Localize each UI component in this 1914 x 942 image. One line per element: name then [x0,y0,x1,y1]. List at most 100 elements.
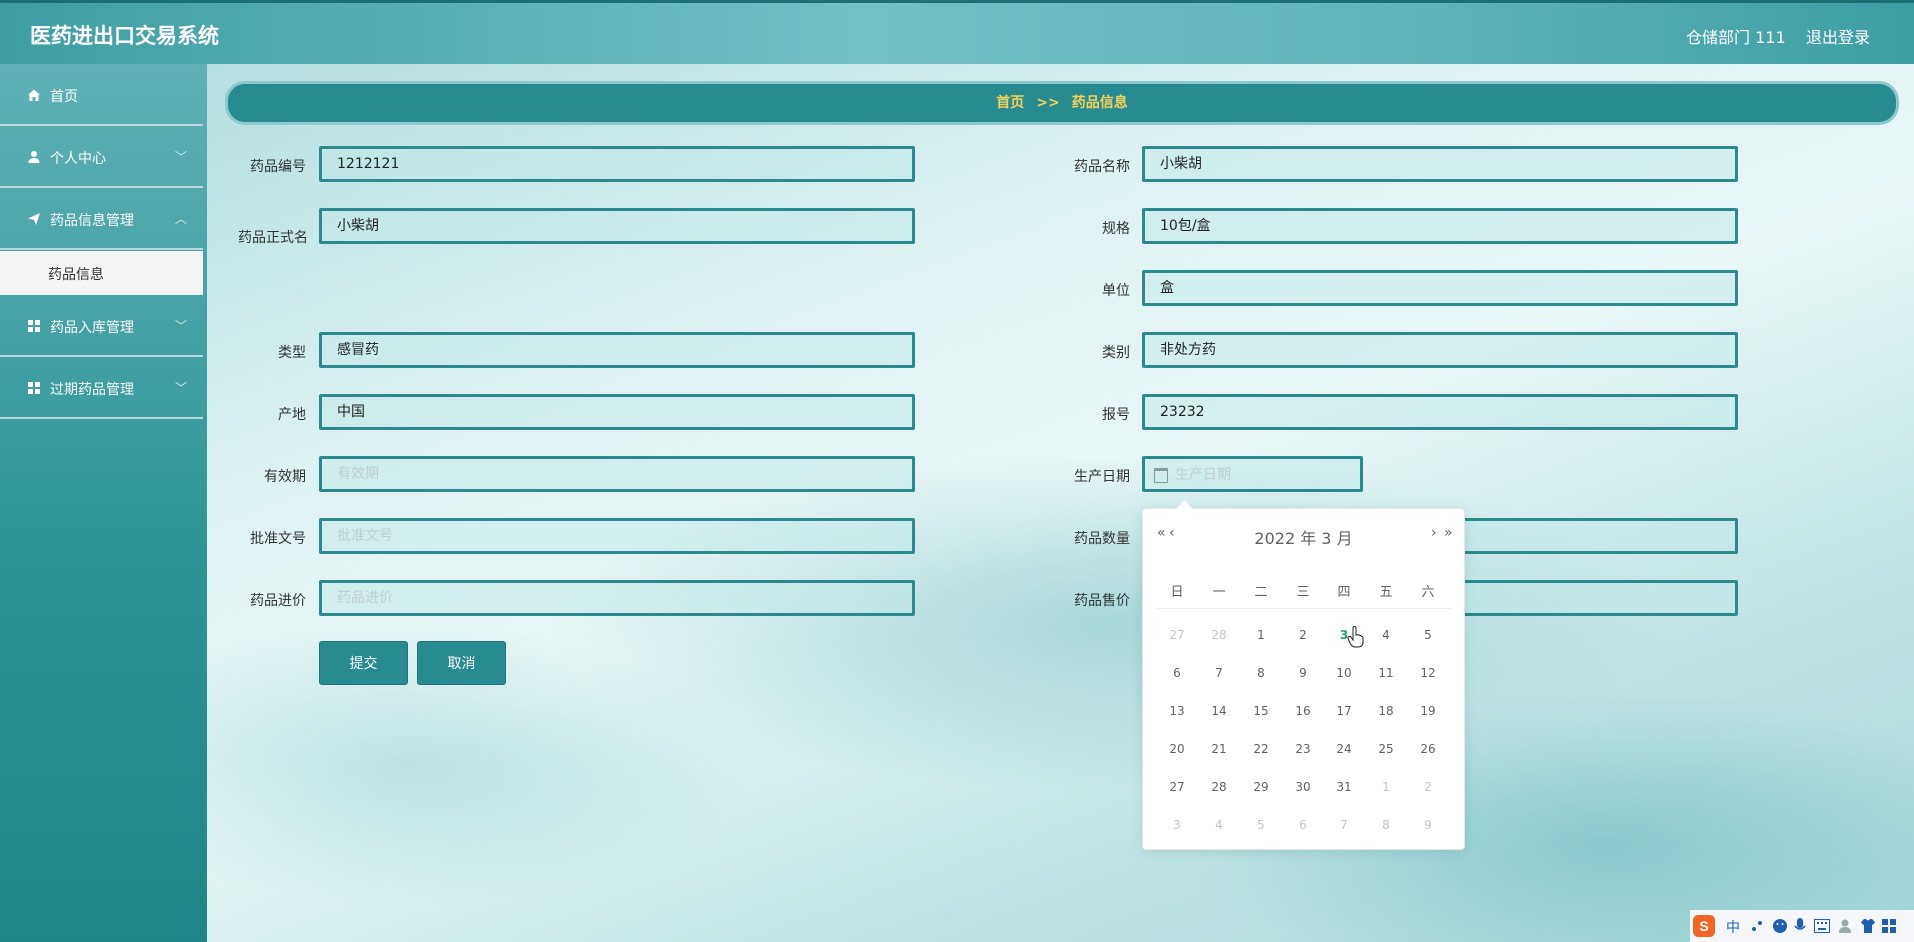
calendar-day-cell[interactable]: 28 [1199,772,1239,802]
breadcrumb-home[interactable]: 首页 [996,95,1024,111]
calendar-day-cell[interactable]: 7 [1324,810,1364,840]
expiry-input[interactable] [337,460,897,488]
type-input[interactable] [337,335,897,363]
calendar-day-cell[interactable]: 13 [1157,696,1197,726]
sidebar-item-drug-stock-in[interactable]: 药品入库管理 ﹀ [0,295,203,357]
user-icon [28,151,40,163]
approval-no-input[interactable] [337,522,897,550]
production-date-input[interactable] [1175,462,1355,488]
drug-code-field[interactable] [319,146,915,182]
toolbox-grid-icon[interactable] [1882,919,1896,933]
date-picker-popup: « ‹ 2022 年 3 月 › » 日一二三四五六 27 28 1 2 3 4 5 6 7 8 9… [1142,499,1465,850]
calendar-day-cell[interactable]: 28 [1199,620,1239,650]
category-field[interactable] [1142,332,1738,368]
calendar-day-cell[interactable]: 4 [1366,620,1406,650]
unit-field[interactable] [1142,270,1738,306]
calendar-day-cell[interactable]: 10 [1324,658,1364,688]
calendar-day-cell[interactable]: 8 [1366,810,1406,840]
calendar-day-cell[interactable]: 9 [1408,810,1448,840]
drug-formal-name-input[interactable] [337,211,897,239]
report-no-field[interactable] [1142,394,1738,430]
calendar-day-cell[interactable]: 22 [1241,734,1281,764]
sidebar-subitem-drug-info[interactable]: 药品信息 [0,251,203,295]
next-year-button[interactable]: » [1444,525,1453,541]
calendar-day-cell[interactable]: 6 [1157,658,1197,688]
keyboard-icon[interactable] [1814,919,1830,933]
user-avatar-icon[interactable] [1838,918,1852,934]
calendar-day-cell[interactable]: 5 [1408,620,1448,650]
origin-field[interactable] [319,394,915,430]
calendar-day-cell[interactable]: 25 [1366,734,1406,764]
calendar-day-cell[interactable]: 3 [1157,810,1197,840]
label-spec: 规格 [1102,221,1130,237]
drug-name-field[interactable] [1142,146,1738,182]
punctuation-icon[interactable] [1750,919,1764,933]
sidebar-item-expired-drugs[interactable]: 过期药品管理 ﹀ [0,357,203,419]
submit-button[interactable]: 提交 [319,641,408,685]
calendar-day-cell[interactable]: 20 [1157,734,1197,764]
drug-code-input[interactable] [337,150,897,178]
sidebar-item-drug-info-mgmt[interactable]: 药品信息管理 ︿ [0,188,203,250]
unit-input[interactable] [1160,273,1720,301]
calendar-day-cell[interactable]: 24 [1324,734,1364,764]
calendar-day-cell[interactable]: 27 [1157,772,1197,802]
sidebar-item-label: 个人中心 [50,151,106,167]
calendar-day-cell[interactable]: 23 [1283,734,1323,764]
calendar-day-cell[interactable]: 2 [1408,772,1448,802]
weekday-header: 日 [1170,585,1184,600]
microphone-icon[interactable] [1794,917,1806,935]
label-production-date: 生产日期 [1074,469,1130,485]
approval-no-field[interactable] [319,518,915,554]
type-field[interactable] [319,332,915,368]
calendar-day-cell[interactable]: 6 [1283,810,1323,840]
breadcrumb-separator: >> [1036,95,1060,111]
sidebar-item-home[interactable]: 首页 [0,64,203,126]
calendar-day-cell[interactable]: 1 [1241,620,1281,650]
calendar-day-cell[interactable]: 9 [1283,658,1323,688]
next-month-button[interactable]: › [1431,525,1437,541]
calendar-day-cell[interactable]: 26 [1408,734,1448,764]
emoji-icon[interactable] [1772,918,1788,934]
calendar-day-cell[interactable]: 8 [1241,658,1281,688]
calendar-day-cell[interactable]: 29 [1241,772,1281,802]
cancel-button[interactable]: 取消 [417,641,506,685]
production-date-field[interactable] [1142,456,1363,492]
purchase-price-field[interactable] [319,580,915,616]
calendar-day-cell[interactable]: 2 [1283,620,1323,650]
calendar-day-cell[interactable]: 30 [1283,772,1323,802]
drug-formal-name-field[interactable] [319,208,915,244]
sidebar-item-label: 药品信息管理 [50,213,134,229]
origin-input[interactable] [337,397,897,425]
calendar-day-cell[interactable]: 11 [1366,658,1406,688]
report-no-input[interactable] [1160,398,1720,426]
spec-field[interactable] [1142,208,1738,244]
drug-name-input[interactable] [1160,149,1720,177]
calendar-day-cell[interactable]: 1 [1366,772,1406,802]
calendar-day-cell[interactable]: 14 [1199,696,1239,726]
calendar-day-cell[interactable]: 7 [1199,658,1239,688]
label-drug-quantity: 药品数量 [1074,531,1130,547]
calendar-day-cell[interactable]: 31 [1324,772,1364,802]
logout-link[interactable]: 退出登录 [1806,24,1870,48]
calendar-day-cell[interactable]: 27 [1157,620,1197,650]
calendar-day-cell[interactable]: 4 [1199,810,1239,840]
category-input[interactable] [1160,335,1720,363]
expiry-field[interactable] [319,456,915,492]
system-tray: S 中 [1690,910,1914,942]
weekday-divider [1157,608,1452,609]
calendar-day-cell[interactable]: 17 [1324,696,1364,726]
calendar-day-cell[interactable]: 12 [1408,658,1448,688]
sidebar-item-profile[interactable]: 个人中心 ﹀ [0,126,203,188]
calendar-day-cell[interactable]: 21 [1199,734,1239,764]
ime-mode-indicator[interactable]: 中 [1726,917,1740,937]
spec-input[interactable] [1160,211,1720,239]
calendar-day-cell[interactable]: 15 [1241,696,1281,726]
calendar-day-cell[interactable]: 19 [1408,696,1448,726]
calendar-day-cell[interactable]: 16 [1283,696,1323,726]
skin-shirt-icon[interactable] [1860,918,1876,934]
calendar-day-cell[interactable]: 18 [1366,696,1406,726]
sogou-ime-icon[interactable]: S [1692,914,1716,938]
calendar-day-cell[interactable]: 5 [1241,810,1281,840]
main-content: 首页 >> 药品信息 [207,64,1914,942]
purchase-price-input[interactable] [337,584,897,612]
